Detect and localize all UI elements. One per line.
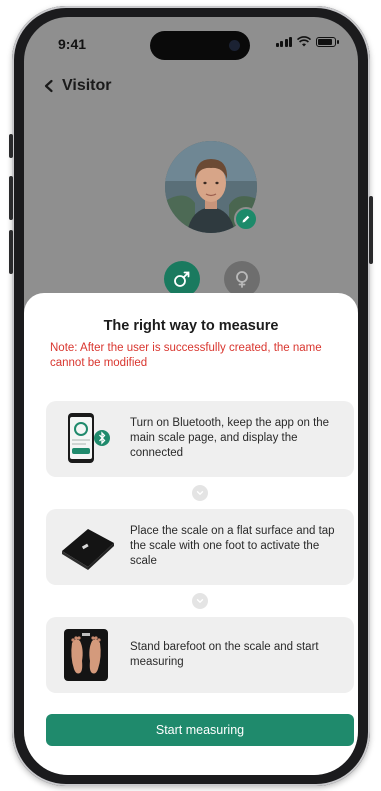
scale-icon (62, 529, 114, 570)
warning-note: Note: After the user is successfully cre… (50, 342, 322, 369)
pencil-icon (242, 215, 250, 223)
gender-male-button[interactable] (164, 261, 200, 297)
measure-guide-sheet: The right way to measure Note: After the… (24, 293, 358, 775)
phone-bluetooth-icon (68, 413, 110, 463)
gender-female-button[interactable] (224, 261, 260, 297)
phone-frame: 9:41 Visitor The right way to measure No… (9, 6, 373, 786)
female-symbol-icon (236, 271, 248, 288)
step-card: Place the scale on a flat surface and ta… (46, 509, 354, 585)
mute-switch (9, 134, 13, 158)
dynamic-island (150, 31, 250, 60)
chevron-down-icon (192, 485, 208, 501)
power-button (369, 196, 373, 264)
wifi-icon (297, 36, 311, 47)
status-icons (275, 36, 339, 47)
battery-icon (316, 37, 339, 47)
nav-back[interactable]: Visitor (42, 77, 112, 95)
status-bar: 9:41 (24, 17, 358, 63)
edit-avatar-button[interactable] (234, 207, 258, 231)
page-title: Visitor (62, 77, 112, 94)
step-text: Stand barefoot on the scale and start me… (130, 641, 319, 668)
step-card: Stand barefoot on the scale and start me… (46, 617, 354, 693)
screen: 9:41 Visitor The right way to measure No… (24, 17, 358, 775)
status-time: 9:41 (58, 36, 87, 52)
barefoot-scale-icon (64, 629, 108, 681)
male-symbol-icon (174, 271, 190, 287)
sheet-title: The right way to measure (103, 318, 279, 334)
volume-down-button (9, 230, 13, 274)
step-card: Turn on Bluetooth, keep the app on the m… (46, 401, 354, 477)
start-measuring-button[interactable]: Start measuring (46, 714, 354, 746)
chevron-left-icon (44, 79, 53, 93)
step-text: Place the scale on a flat surface and ta… (130, 525, 335, 567)
chevron-down-icon (192, 593, 208, 609)
signal-icon (275, 36, 292, 47)
step-text: Turn on Bluetooth, keep the app on the m… (130, 417, 330, 459)
volume-up-button (9, 176, 13, 220)
